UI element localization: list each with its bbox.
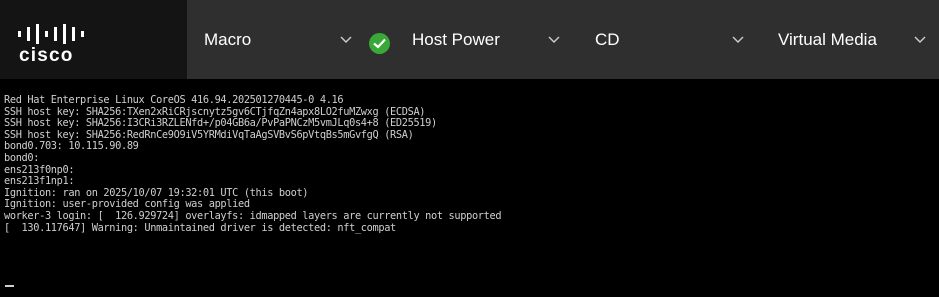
console-line: bond0: bbox=[4, 151, 40, 164]
console-line: ens213f0np0: bbox=[4, 163, 75, 176]
cisco-logo-icon bbox=[18, 24, 84, 44]
text-cursor bbox=[5, 285, 14, 287]
console-line: SSH host key: SHA256:RedRnCe9O9iV5YRMdiV… bbox=[4, 128, 414, 141]
console-line: SSH host key: SHA256:I3CRi3RZLENfd+/p04G… bbox=[4, 117, 437, 130]
menu-cd-label: CD bbox=[595, 29, 620, 49]
console-line: [ 130.117647] Warning: Unmaintained driv… bbox=[4, 221, 396, 234]
check-circle-icon bbox=[369, 33, 390, 54]
console-output: Red Hat Enterprise Linux CoreOS 416.94.2… bbox=[4, 94, 502, 234]
chevron-down-icon[interactable] bbox=[914, 36, 926, 44]
menu-host-power-label: Host Power bbox=[412, 29, 500, 49]
menu-macro[interactable]: Macro bbox=[204, 0, 251, 79]
logo-panel: cisco bbox=[0, 0, 187, 79]
cisco-logo-text: cisco bbox=[19, 45, 74, 66]
menu-virtual-media[interactable]: Virtual Media bbox=[778, 0, 877, 79]
kvm-console-screen[interactable]: Red Hat Enterprise Linux CoreOS 416.94.2… bbox=[0, 79, 939, 297]
menu-virtual-media-label: Virtual Media bbox=[778, 29, 877, 49]
console-line: ens213f1np1: bbox=[4, 175, 75, 188]
menu-cd[interactable]: CD bbox=[595, 0, 620, 79]
console-line: Ignition: ran on 2025/10/07 19:32:01 UTC… bbox=[4, 186, 309, 199]
console-line: Ignition: user-provided config was appli… bbox=[4, 198, 250, 211]
console-line: Red Hat Enterprise Linux CoreOS 416.94.2… bbox=[4, 94, 344, 106]
menu-host-power[interactable]: Host Power bbox=[412, 0, 500, 79]
menu-macro-label: Macro bbox=[204, 29, 252, 49]
console-line: worker-3 login: [ 126.929724] overlayfs:… bbox=[4, 209, 502, 222]
console-line: SSH host key: SHA256:TXen2xRiCRjscnytz5g… bbox=[4, 105, 426, 118]
chevron-down-icon[interactable] bbox=[732, 36, 744, 44]
console-line: bond0.703: 10.115.90.89 bbox=[4, 140, 139, 153]
chevron-down-icon[interactable] bbox=[340, 36, 352, 44]
top-navigation-bar: cisco Macro Host Power CD Virtual Media bbox=[0, 0, 939, 79]
chevron-down-icon[interactable] bbox=[548, 36, 560, 44]
